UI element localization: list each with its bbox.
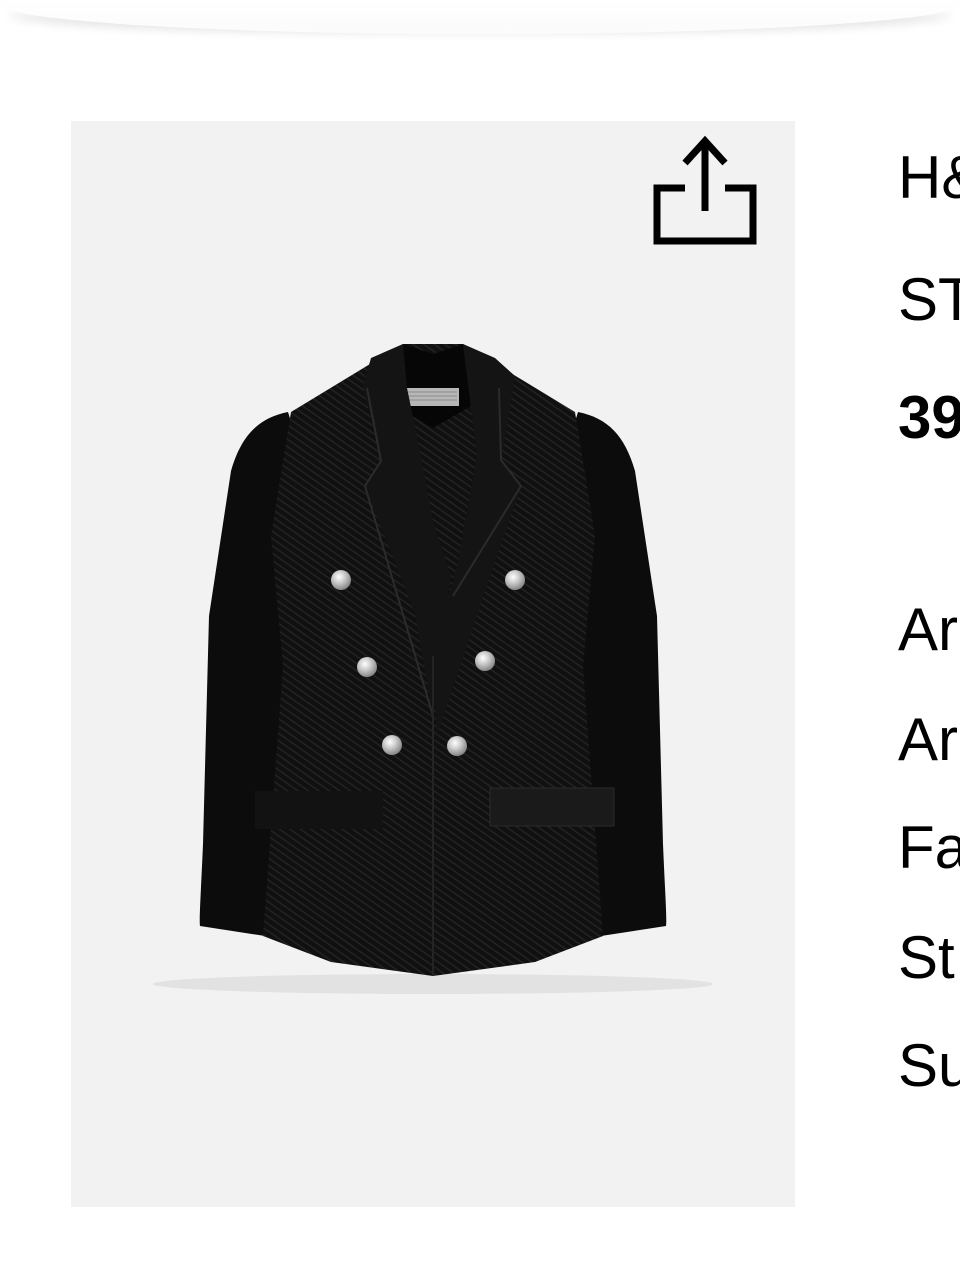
details-link-4[interactable]: St [898, 928, 955, 988]
share-icon [653, 135, 757, 245]
black-tweed-blazer-image [153, 344, 713, 994]
details-link-2[interactable]: Ar [898, 710, 958, 770]
details-link-1[interactable]: Ar [898, 600, 958, 660]
header-bar [0, 0, 960, 34]
product-price: 39 [898, 384, 960, 451]
details-link-3[interactable]: Fa [898, 818, 960, 878]
details-link-5[interactable]: Su [898, 1036, 960, 1096]
product-page: H&M ST 39 Ar Ar Fa St Su [0, 0, 960, 1287]
share-button[interactable] [653, 133, 759, 249]
product-info-panel: H&M ST 39 Ar Ar Fa St Su [898, 0, 960, 1287]
product-brand: H&M [898, 144, 960, 211]
product-name: ST [898, 266, 960, 333]
product-image-panel[interactable] [71, 121, 795, 1207]
